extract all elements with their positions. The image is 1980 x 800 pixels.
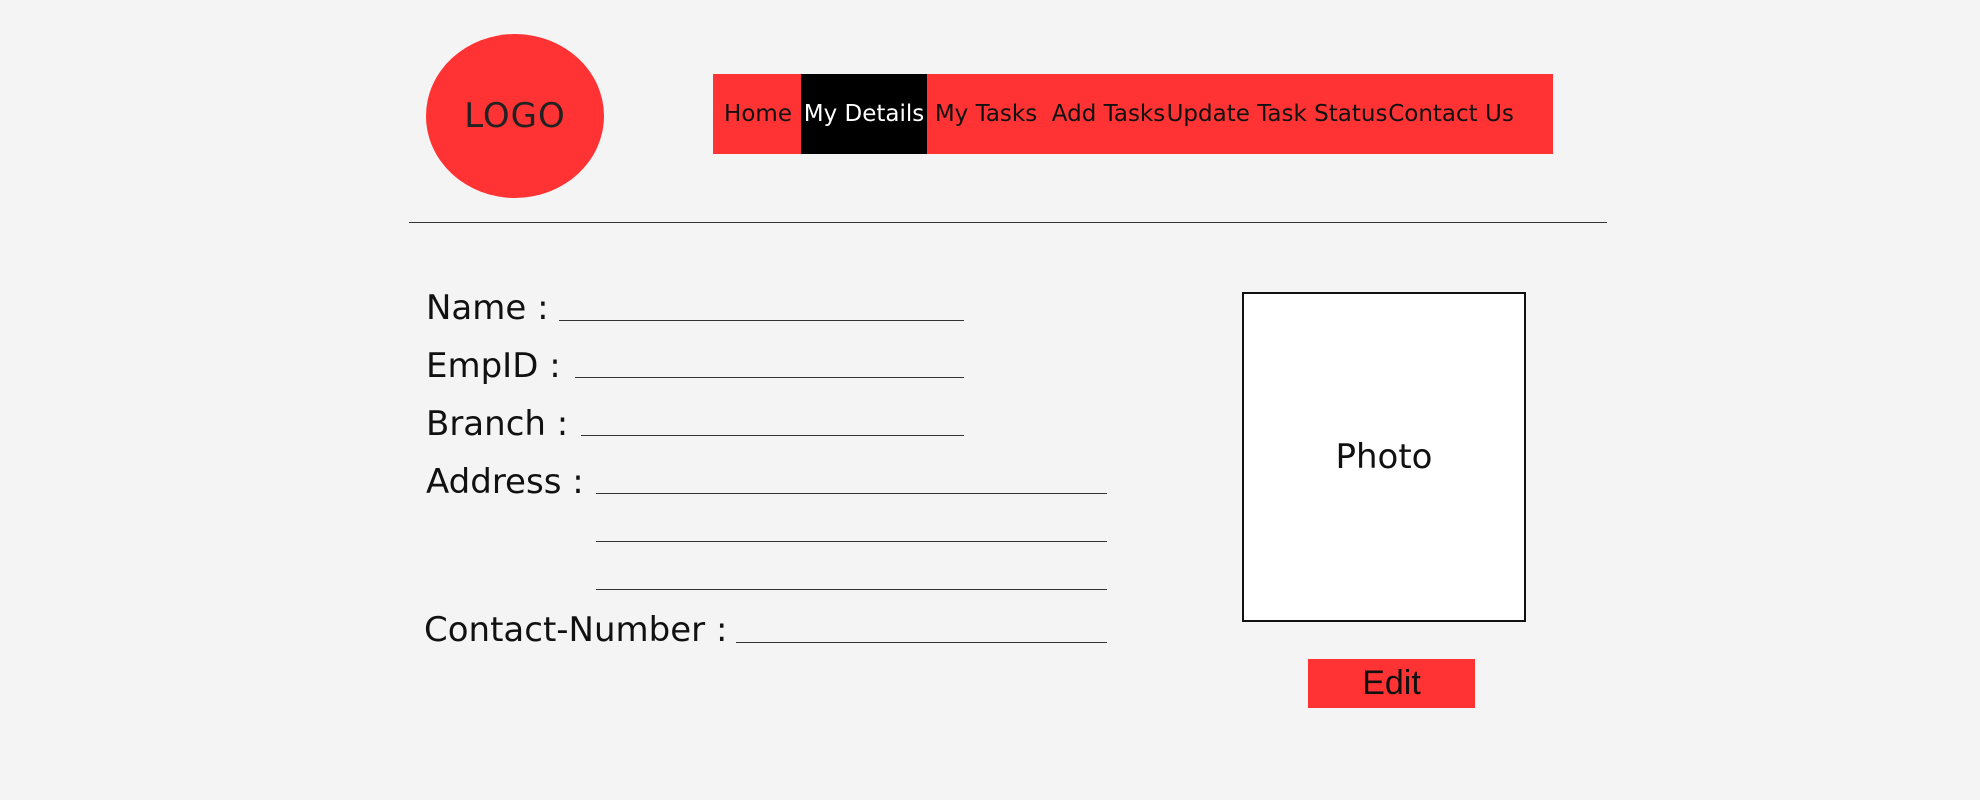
empid-label: EmpID : (426, 346, 561, 386)
branch-label: Branch : (426, 404, 569, 444)
nav-item-my-details[interactable]: My Details (801, 74, 927, 154)
nav-item-update-task-status[interactable]: Update Task Status (1167, 74, 1388, 154)
nav-item-my-tasks[interactable]: My Tasks (927, 74, 1045, 154)
contact-number-field[interactable] (736, 642, 1107, 643)
address-field-line-1[interactable] (596, 493, 1107, 494)
photo-placeholder: Photo (1242, 292, 1526, 622)
address-label: Address : (426, 462, 584, 502)
photo-label: Photo (1335, 437, 1433, 477)
address-field-line-3[interactable] (596, 589, 1107, 590)
contact-number-label: Contact-Number : (424, 610, 728, 650)
edit-button[interactable]: Edit (1308, 659, 1475, 708)
name-label: Name : (426, 288, 549, 328)
logo: LOGO (426, 34, 604, 198)
nav-item-contact-us[interactable]: Contact Us (1382, 74, 1520, 154)
branch-field[interactable] (581, 435, 964, 436)
nav-item-add-tasks[interactable]: Add Tasks (1045, 74, 1172, 154)
address-field-line-2[interactable] (596, 541, 1107, 542)
nav-item-home[interactable]: Home (715, 74, 801, 154)
header-divider (409, 222, 1607, 223)
empid-field[interactable] (575, 377, 964, 378)
name-field[interactable] (559, 320, 964, 321)
main-nav: Home My Details My Tasks Add Tasks Updat… (713, 74, 1553, 154)
